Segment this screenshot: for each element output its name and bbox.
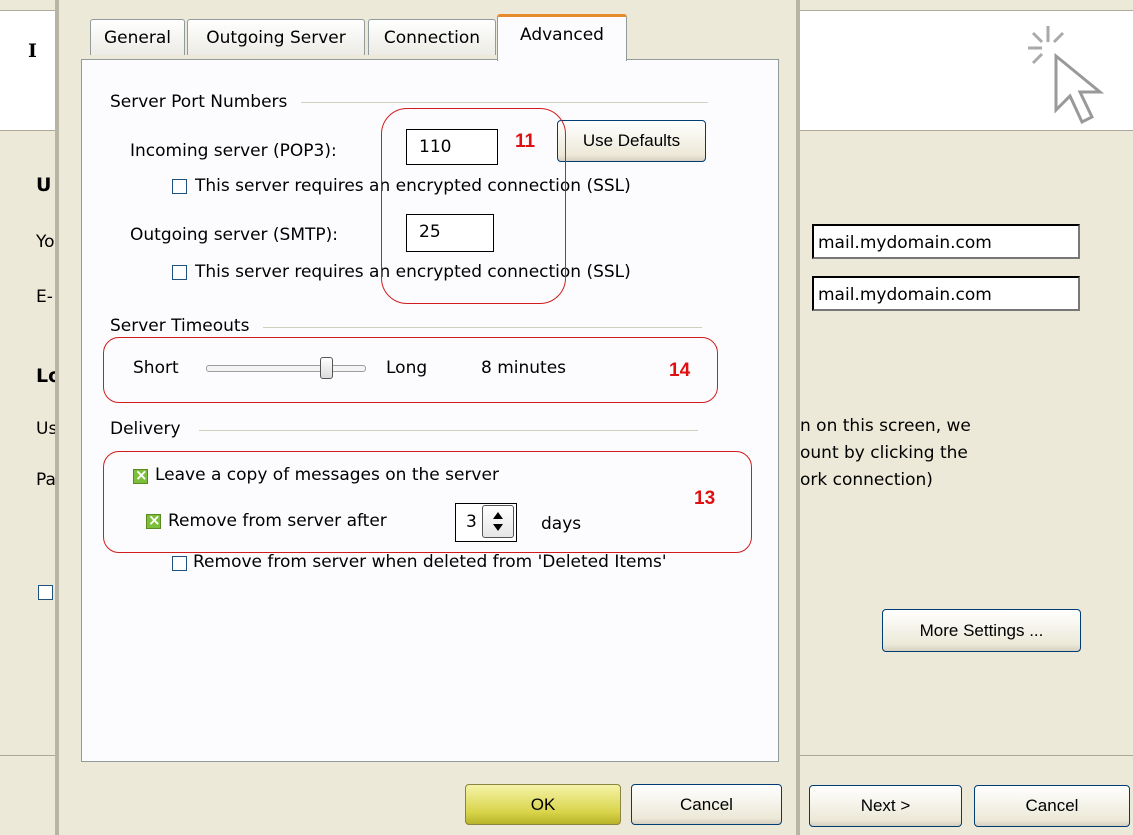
tab-general[interactable]: General bbox=[90, 19, 185, 55]
info-text-line2: ount by clicking the bbox=[800, 443, 968, 463]
outgoing-port-label: Outgoing server (SMTP): bbox=[130, 225, 339, 245]
tab-connection[interactable]: Connection bbox=[368, 19, 496, 55]
remove-deleted-checkbox[interactable] bbox=[172, 556, 187, 571]
tab-advanced[interactable]: Advanced bbox=[497, 14, 627, 61]
info-text-line3: ork connection) bbox=[800, 470, 933, 490]
outgoing-mail-server-field[interactable]: mail.mydomain.com bbox=[812, 276, 1080, 311]
header-title-fragment: I bbox=[28, 40, 37, 62]
section-user-info-heading: U bbox=[36, 174, 52, 196]
incoming-mail-server-field[interactable]: mail.mydomain.com bbox=[812, 224, 1080, 259]
email-label: E- bbox=[36, 287, 53, 307]
incoming-port-label: Incoming server (POP3): bbox=[130, 141, 337, 161]
incoming-ssl-checkbox[interactable] bbox=[172, 179, 187, 194]
timeouts-group-title: Server Timeouts bbox=[110, 316, 264, 336]
your-name-label: Yo bbox=[36, 232, 55, 252]
delivery-annotation-box bbox=[103, 451, 752, 553]
password-label: Pa bbox=[36, 470, 56, 490]
delivery-group-title: Delivery bbox=[110, 419, 199, 439]
info-text-line1: n on this screen, we bbox=[800, 416, 971, 436]
ok-button[interactable]: OK bbox=[465, 784, 621, 825]
next-button[interactable]: Next > bbox=[809, 785, 962, 827]
remember-password-checkbox[interactable] bbox=[38, 585, 53, 600]
timeouts-annotation-number: 14 bbox=[669, 360, 691, 381]
delivery-annotation-number: 13 bbox=[694, 488, 716, 509]
ports-group-title: Server Port Numbers bbox=[110, 92, 302, 112]
use-defaults-button[interactable]: Use Defaults bbox=[557, 120, 706, 162]
tab-outgoing-server[interactable]: Outgoing Server bbox=[187, 19, 365, 55]
wizard-cancel-button[interactable]: Cancel bbox=[974, 785, 1130, 827]
timeouts-annotation-box bbox=[103, 337, 718, 403]
more-settings-button[interactable]: More Settings ... bbox=[882, 609, 1081, 652]
dialog-cancel-button[interactable]: Cancel bbox=[631, 784, 782, 825]
ports-annotation-number: 11 bbox=[515, 131, 536, 152]
cursor-sparkle-icon bbox=[1028, 26, 1105, 125]
outgoing-ssl-checkbox[interactable] bbox=[172, 265, 187, 280]
ports-annotation-box bbox=[381, 108, 566, 304]
remove-deleted-label: Remove from server when deleted from 'De… bbox=[193, 552, 667, 572]
